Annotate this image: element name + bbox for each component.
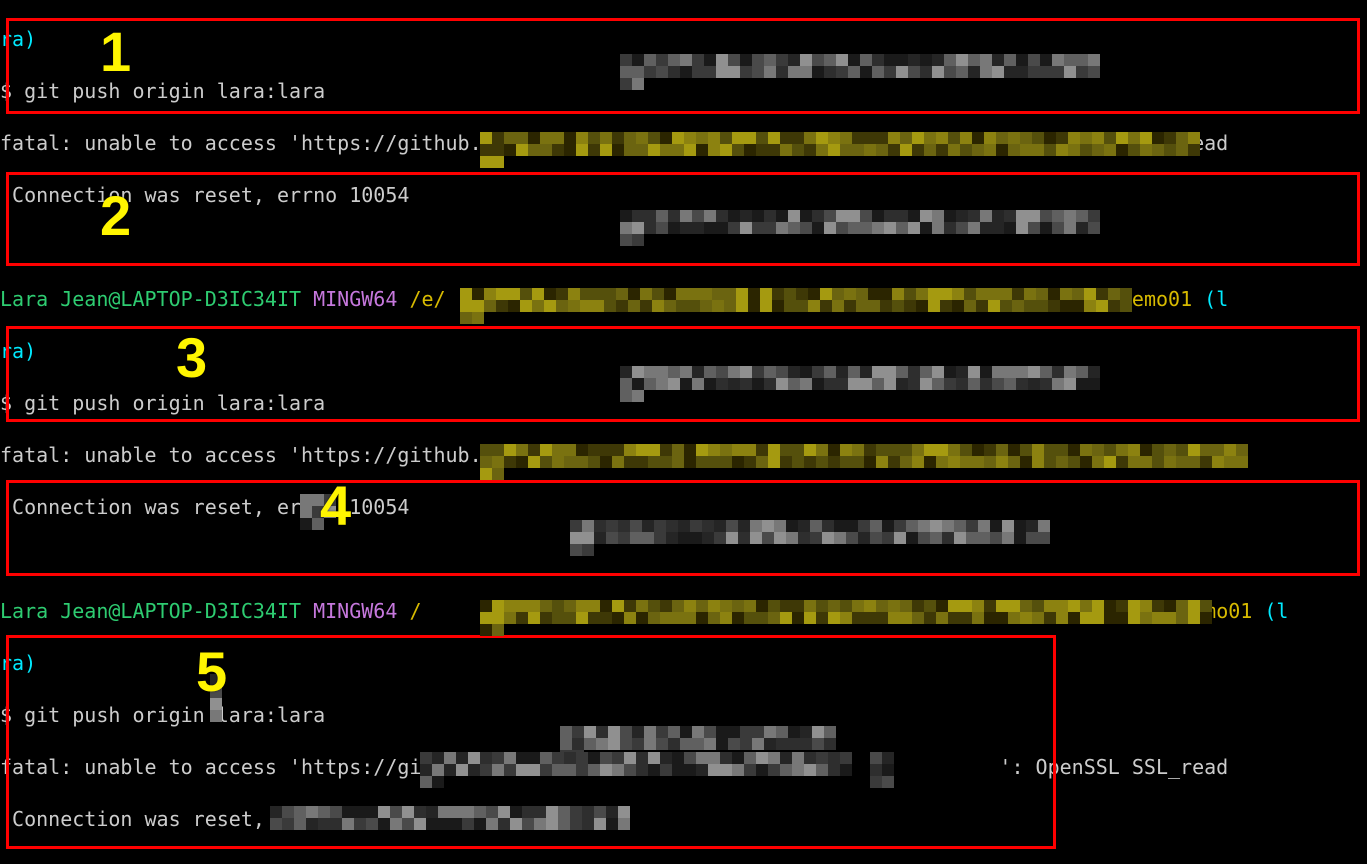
branch-tail: ra) xyxy=(0,338,1367,364)
error-line: Connection was reset, errno 10054 xyxy=(0,182,1367,208)
branch-tail: ra) xyxy=(0,650,1367,676)
error-line: fatal: unable to access 'https://github.… xyxy=(0,754,1367,780)
prompt-line: Lara Jean@LAPTOP-D3IC34IT MINGW64 /e/ lo… xyxy=(0,286,1367,312)
error-line: Connection was reset, errno 10054 xyxy=(0,806,1367,832)
prompt-line: Lara Jean@LAPTOP-D3IC34IT MINGW64 / orkf… xyxy=(0,598,1367,624)
error-line: fatal: unable to access 'https://github.… xyxy=(0,442,1367,468)
cmd-line: $ git push origin lara:lara xyxy=(0,390,1367,416)
error-line: Connection was reset, errno 10054 xyxy=(0,494,1367,520)
cmd-line: $ git push origin lara:lara xyxy=(0,78,1367,104)
error-line: fatal: unable to access 'https://github.… xyxy=(0,130,1367,156)
cmd-line: $ git push origin lara:lara xyxy=(0,702,1367,728)
branch-tail: ra) xyxy=(0,26,1367,52)
terminal[interactable]: ra) $ git push origin lara:lara fatal: u… xyxy=(0,0,1367,864)
